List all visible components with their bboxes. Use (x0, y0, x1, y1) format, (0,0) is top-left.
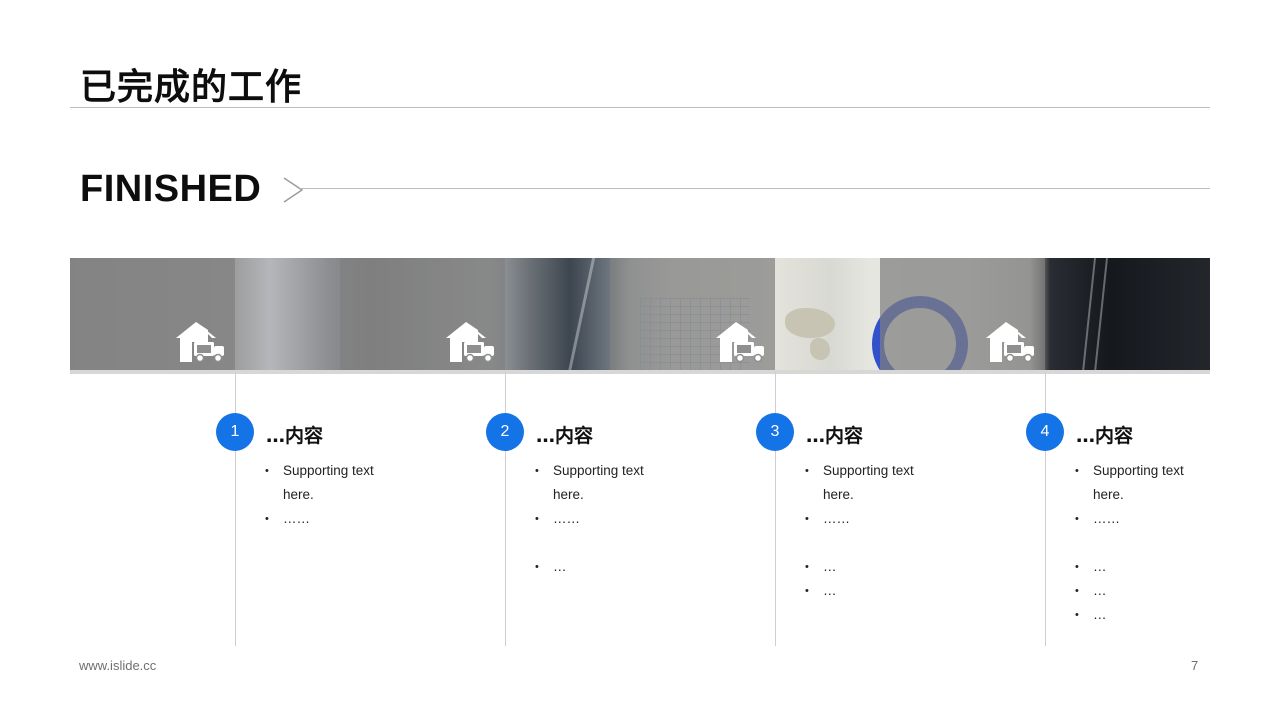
bullet-item: … (805, 555, 935, 579)
header-photo-strip (70, 258, 1210, 372)
photo-detail-map (785, 308, 835, 338)
step-bullet-list: Supporting text here. …… … … (805, 459, 935, 603)
house-with-truck-icon (446, 322, 494, 363)
bullet-item: Supporting text here. (805, 459, 935, 507)
bullet-item: … (1075, 579, 1205, 603)
bullet-item: … (1075, 555, 1205, 579)
step-number-badge: 4 (1026, 413, 1064, 451)
section-heading: FINISHED (80, 168, 262, 210)
step-title: …内容 (536, 425, 594, 447)
house-with-truck-icon (986, 322, 1034, 363)
bullet-item: …… (805, 507, 935, 531)
step-title: …内容 (1076, 425, 1134, 447)
footer-url: www.islide.cc (79, 658, 157, 673)
step-bullet-list: Supporting text here. …… (265, 459, 395, 531)
bullet-item: …… (1075, 507, 1205, 531)
strip-baseline (70, 370, 1210, 374)
step-number-badge: 2 (486, 413, 524, 451)
photo-detail-edge (1082, 258, 1096, 372)
bullet-item: … (805, 579, 935, 603)
step-title: …内容 (806, 425, 864, 447)
page-title: 已完成的工作 (80, 67, 303, 108)
step-number-badge: 3 (756, 413, 794, 451)
section-divider (300, 188, 1210, 189)
photo-detail-edge (567, 258, 596, 372)
bullet-item: … (535, 555, 665, 579)
house-with-truck-icon (716, 322, 764, 363)
bullet-item: …… (535, 507, 665, 531)
photo-detail-edge (1094, 258, 1108, 372)
bullet-item: … (1075, 603, 1205, 627)
title-divider (70, 107, 1210, 108)
bullet-item: Supporting text here. (1075, 459, 1205, 507)
photo-detail-map (810, 338, 830, 360)
house-with-truck-icon (176, 322, 224, 363)
step-number-badge: 1 (216, 413, 254, 451)
bullet-item: Supporting text here. (265, 459, 395, 507)
chevron-right-icon (283, 177, 304, 203)
step-bullet-list: Supporting text here. …… … (535, 459, 665, 579)
step-title: …内容 (266, 425, 324, 447)
bullet-item: …… (265, 507, 395, 531)
bullet-item: Supporting text here. (535, 459, 665, 507)
step-bullet-list: Supporting text here. …… … … … (1075, 459, 1205, 627)
page-number: 7 (1191, 658, 1199, 673)
